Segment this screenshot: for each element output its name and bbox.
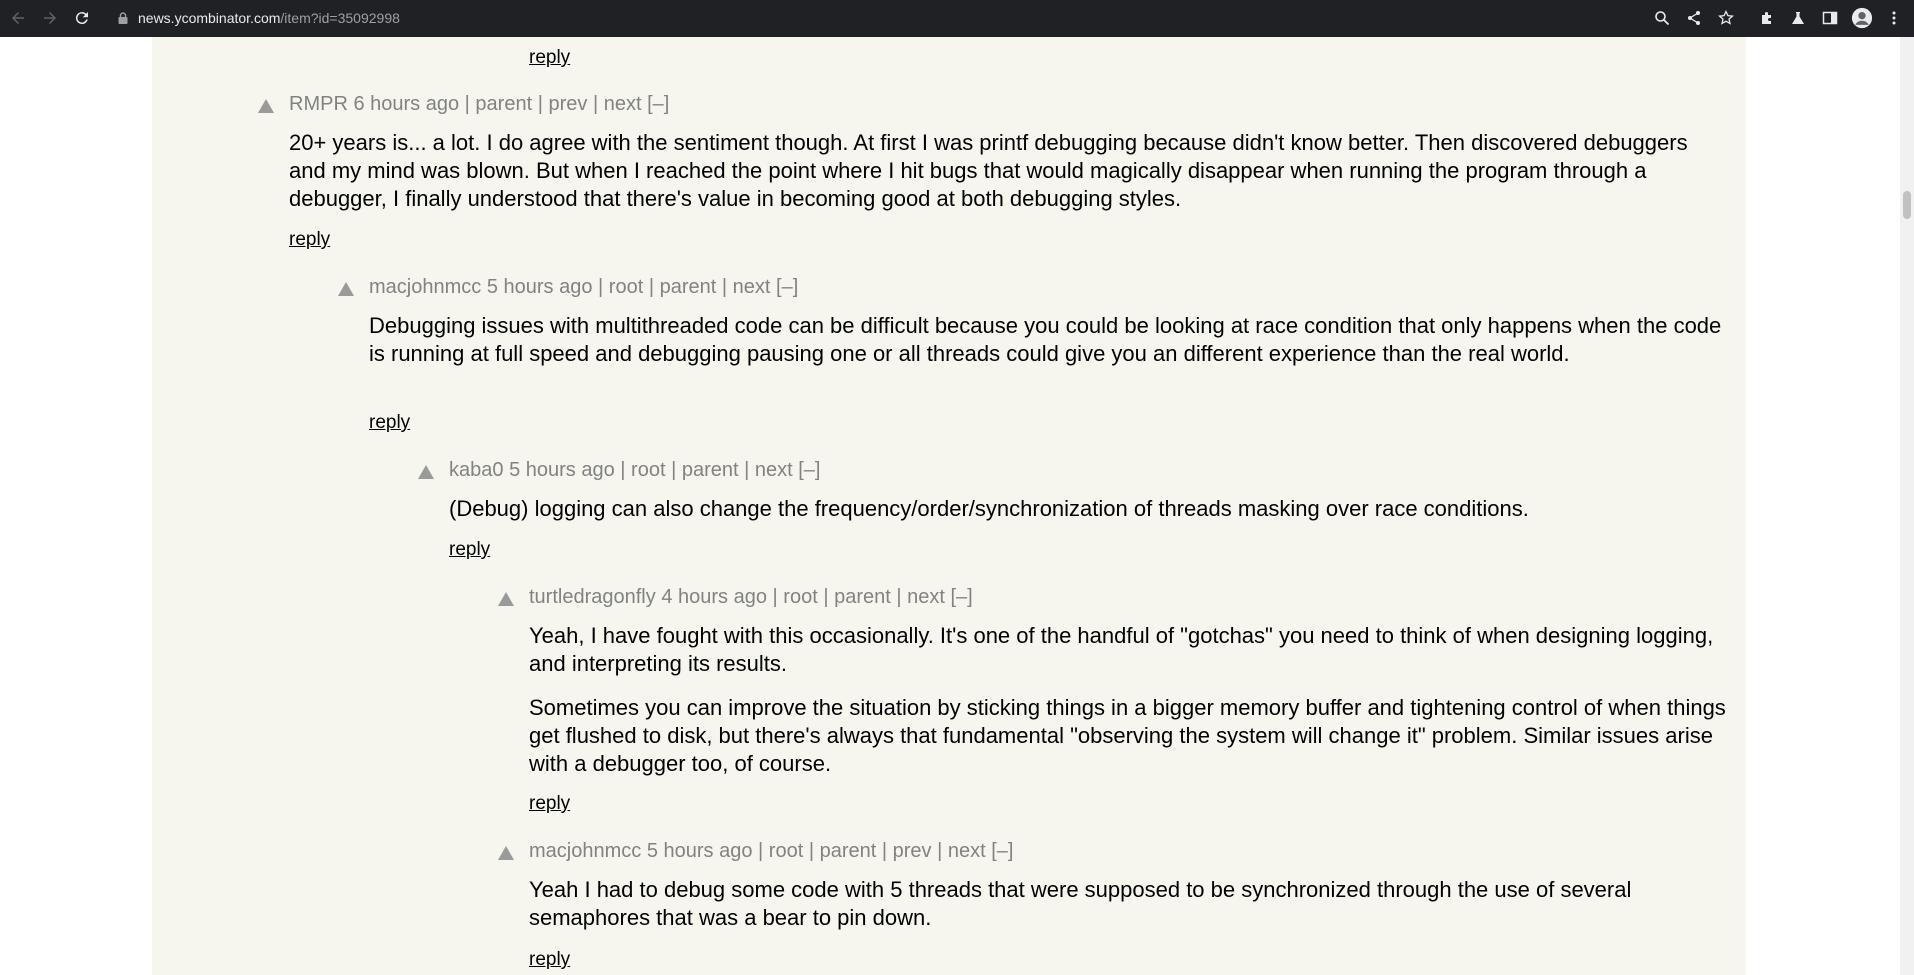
url-host: news.ycombinator.com — [138, 10, 281, 26]
comment-text: Yeah, I have fought with this occasional… — [529, 622, 1739, 778]
address-bar[interactable]: news.ycombinator.com/item?id=35092998 — [118, 5, 400, 31]
collapse-toggle[interactable]: [–] — [798, 459, 820, 481]
upvote-arrow-icon[interactable] — [338, 282, 354, 296]
comment-paragraph: Yeah I had to debug some code with 5 thr… — [529, 877, 1632, 930]
collapse-toggle[interactable]: [–] — [991, 840, 1013, 862]
menu-button[interactable] — [1882, 6, 1906, 30]
url-path: /item?id=35092998 — [280, 10, 400, 26]
reload-icon — [75, 12, 88, 25]
reply-link[interactable]: reply — [369, 412, 410, 434]
reply-link[interactable]: reply — [529, 949, 570, 971]
comment-paragraph: Debugging issues with multithreaded code… — [369, 313, 1722, 366]
next-link[interactable]: next — [733, 276, 771, 298]
comment-age[interactable]: 5 hours ago — [509, 459, 615, 481]
comment-user[interactable]: turtledragonfly — [529, 586, 656, 608]
collapse-toggle[interactable]: [–] — [647, 93, 669, 115]
comment-thread: reply RMPR 6 hours ago | parent | prev |… — [152, 37, 1746, 975]
comment-age[interactable]: 6 hours ago — [353, 93, 459, 115]
labs-button[interactable] — [1786, 6, 1810, 30]
star-icon — [1718, 10, 1734, 25]
comment-text: Debugging issues with multithreaded code… — [369, 312, 1729, 368]
more-vert-icon — [1892, 11, 1896, 25]
comment-text: 20+ years is... a lot. I do agree with t… — [289, 129, 1729, 213]
comment-user[interactable]: RMPR — [289, 93, 348, 115]
share-button[interactable] — [1682, 6, 1706, 30]
reply-link[interactable]: reply — [289, 229, 330, 251]
next-link[interactable]: next — [604, 93, 642, 115]
reply-link[interactable]: reply — [449, 539, 490, 561]
collapse-toggle[interactable]: [–] — [951, 586, 973, 608]
root-link[interactable]: root — [609, 276, 643, 298]
comment-meta: kaba0 5 hours ago | root | parent | next… — [449, 459, 821, 481]
bookmark-button[interactable] — [1714, 6, 1738, 30]
next-link[interactable]: next — [755, 459, 793, 481]
browser-toolbar: news.ycombinator.com/item?id=35092998 — [0, 0, 1914, 37]
root-link[interactable]: root — [631, 459, 665, 481]
prev-link[interactable]: prev — [893, 840, 932, 862]
parent-link[interactable]: parent — [660, 276, 717, 298]
upvote-arrow-icon[interactable] — [498, 846, 514, 860]
arrow-left-icon — [12, 12, 24, 24]
parent-link[interactable]: parent — [475, 93, 532, 115]
avatar-icon — [1851, 7, 1873, 29]
puzzle-icon — [1762, 12, 1771, 24]
comment-paragraph: 20+ years is... a lot. I do agree with t… — [289, 130, 1688, 211]
flask-icon — [1792, 12, 1804, 24]
comment-age[interactable]: 4 hours ago — [661, 586, 767, 608]
comment-age[interactable]: 5 hours ago — [487, 276, 593, 298]
forward-button[interactable] — [38, 6, 62, 30]
comment-user[interactable]: macjohnmcc — [369, 276, 481, 298]
upvote-arrow-icon[interactable] — [258, 99, 274, 113]
magnifier-icon — [1655, 11, 1670, 26]
side-panel-icon — [1822, 11, 1838, 25]
reply-link[interactable]: reply — [529, 47, 570, 69]
root-link[interactable]: root — [769, 840, 803, 862]
share-icon — [1688, 11, 1700, 25]
extensions-button[interactable] — [1755, 6, 1779, 30]
reply-link[interactable]: reply — [529, 793, 570, 815]
next-link[interactable]: next — [907, 586, 945, 608]
parent-link[interactable]: parent — [834, 586, 891, 608]
page-viewport: reply RMPR 6 hours ago | parent | prev |… — [0, 37, 1900, 975]
zoom-button[interactable] — [1650, 6, 1674, 30]
comment-text: (Debug) logging can also change the freq… — [449, 495, 1729, 523]
comment-text: Yeah I had to debug some code with 5 thr… — [529, 876, 1739, 932]
upvote-arrow-icon[interactable] — [418, 465, 434, 479]
comment-meta: macjohnmcc 5 hours ago | root | parent |… — [369, 276, 799, 298]
vertical-scrollbar[interactable] — [1900, 37, 1914, 975]
upvote-arrow-icon[interactable] — [498, 592, 514, 606]
comment-age[interactable]: 5 hours ago — [647, 840, 753, 862]
lock-icon — [118, 12, 128, 24]
back-button[interactable] — [6, 6, 30, 30]
side-panel-button[interactable] — [1818, 6, 1842, 30]
comment-paragraph: Sometimes you can improve the situation … — [529, 695, 1726, 776]
collapse-toggle[interactable]: [–] — [776, 276, 798, 298]
reload-button[interactable] — [70, 6, 94, 30]
prev-link[interactable]: prev — [548, 93, 587, 115]
scrollbar-thumb[interactable] — [1903, 191, 1911, 219]
comment-user[interactable]: macjohnmcc — [529, 840, 641, 862]
next-link[interactable]: next — [948, 840, 986, 862]
comment-paragraph: (Debug) logging can also change the freq… — [449, 496, 1529, 521]
comment-paragraph: Yeah, I have fought with this occasional… — [529, 623, 1714, 676]
parent-link[interactable]: parent — [820, 840, 877, 862]
comment-meta: turtledragonfly 4 hours ago | root | par… — [529, 586, 973, 608]
comment-meta: macjohnmcc 5 hours ago | root | parent |… — [529, 840, 1014, 862]
parent-link[interactable]: parent — [682, 459, 739, 481]
root-link[interactable]: root — [783, 586, 817, 608]
profile-button[interactable] — [1850, 6, 1874, 30]
arrow-right-icon — [44, 12, 56, 24]
comment-meta: RMPR 6 hours ago | parent | prev | next … — [289, 93, 670, 115]
comment-user[interactable]: kaba0 — [449, 459, 504, 481]
